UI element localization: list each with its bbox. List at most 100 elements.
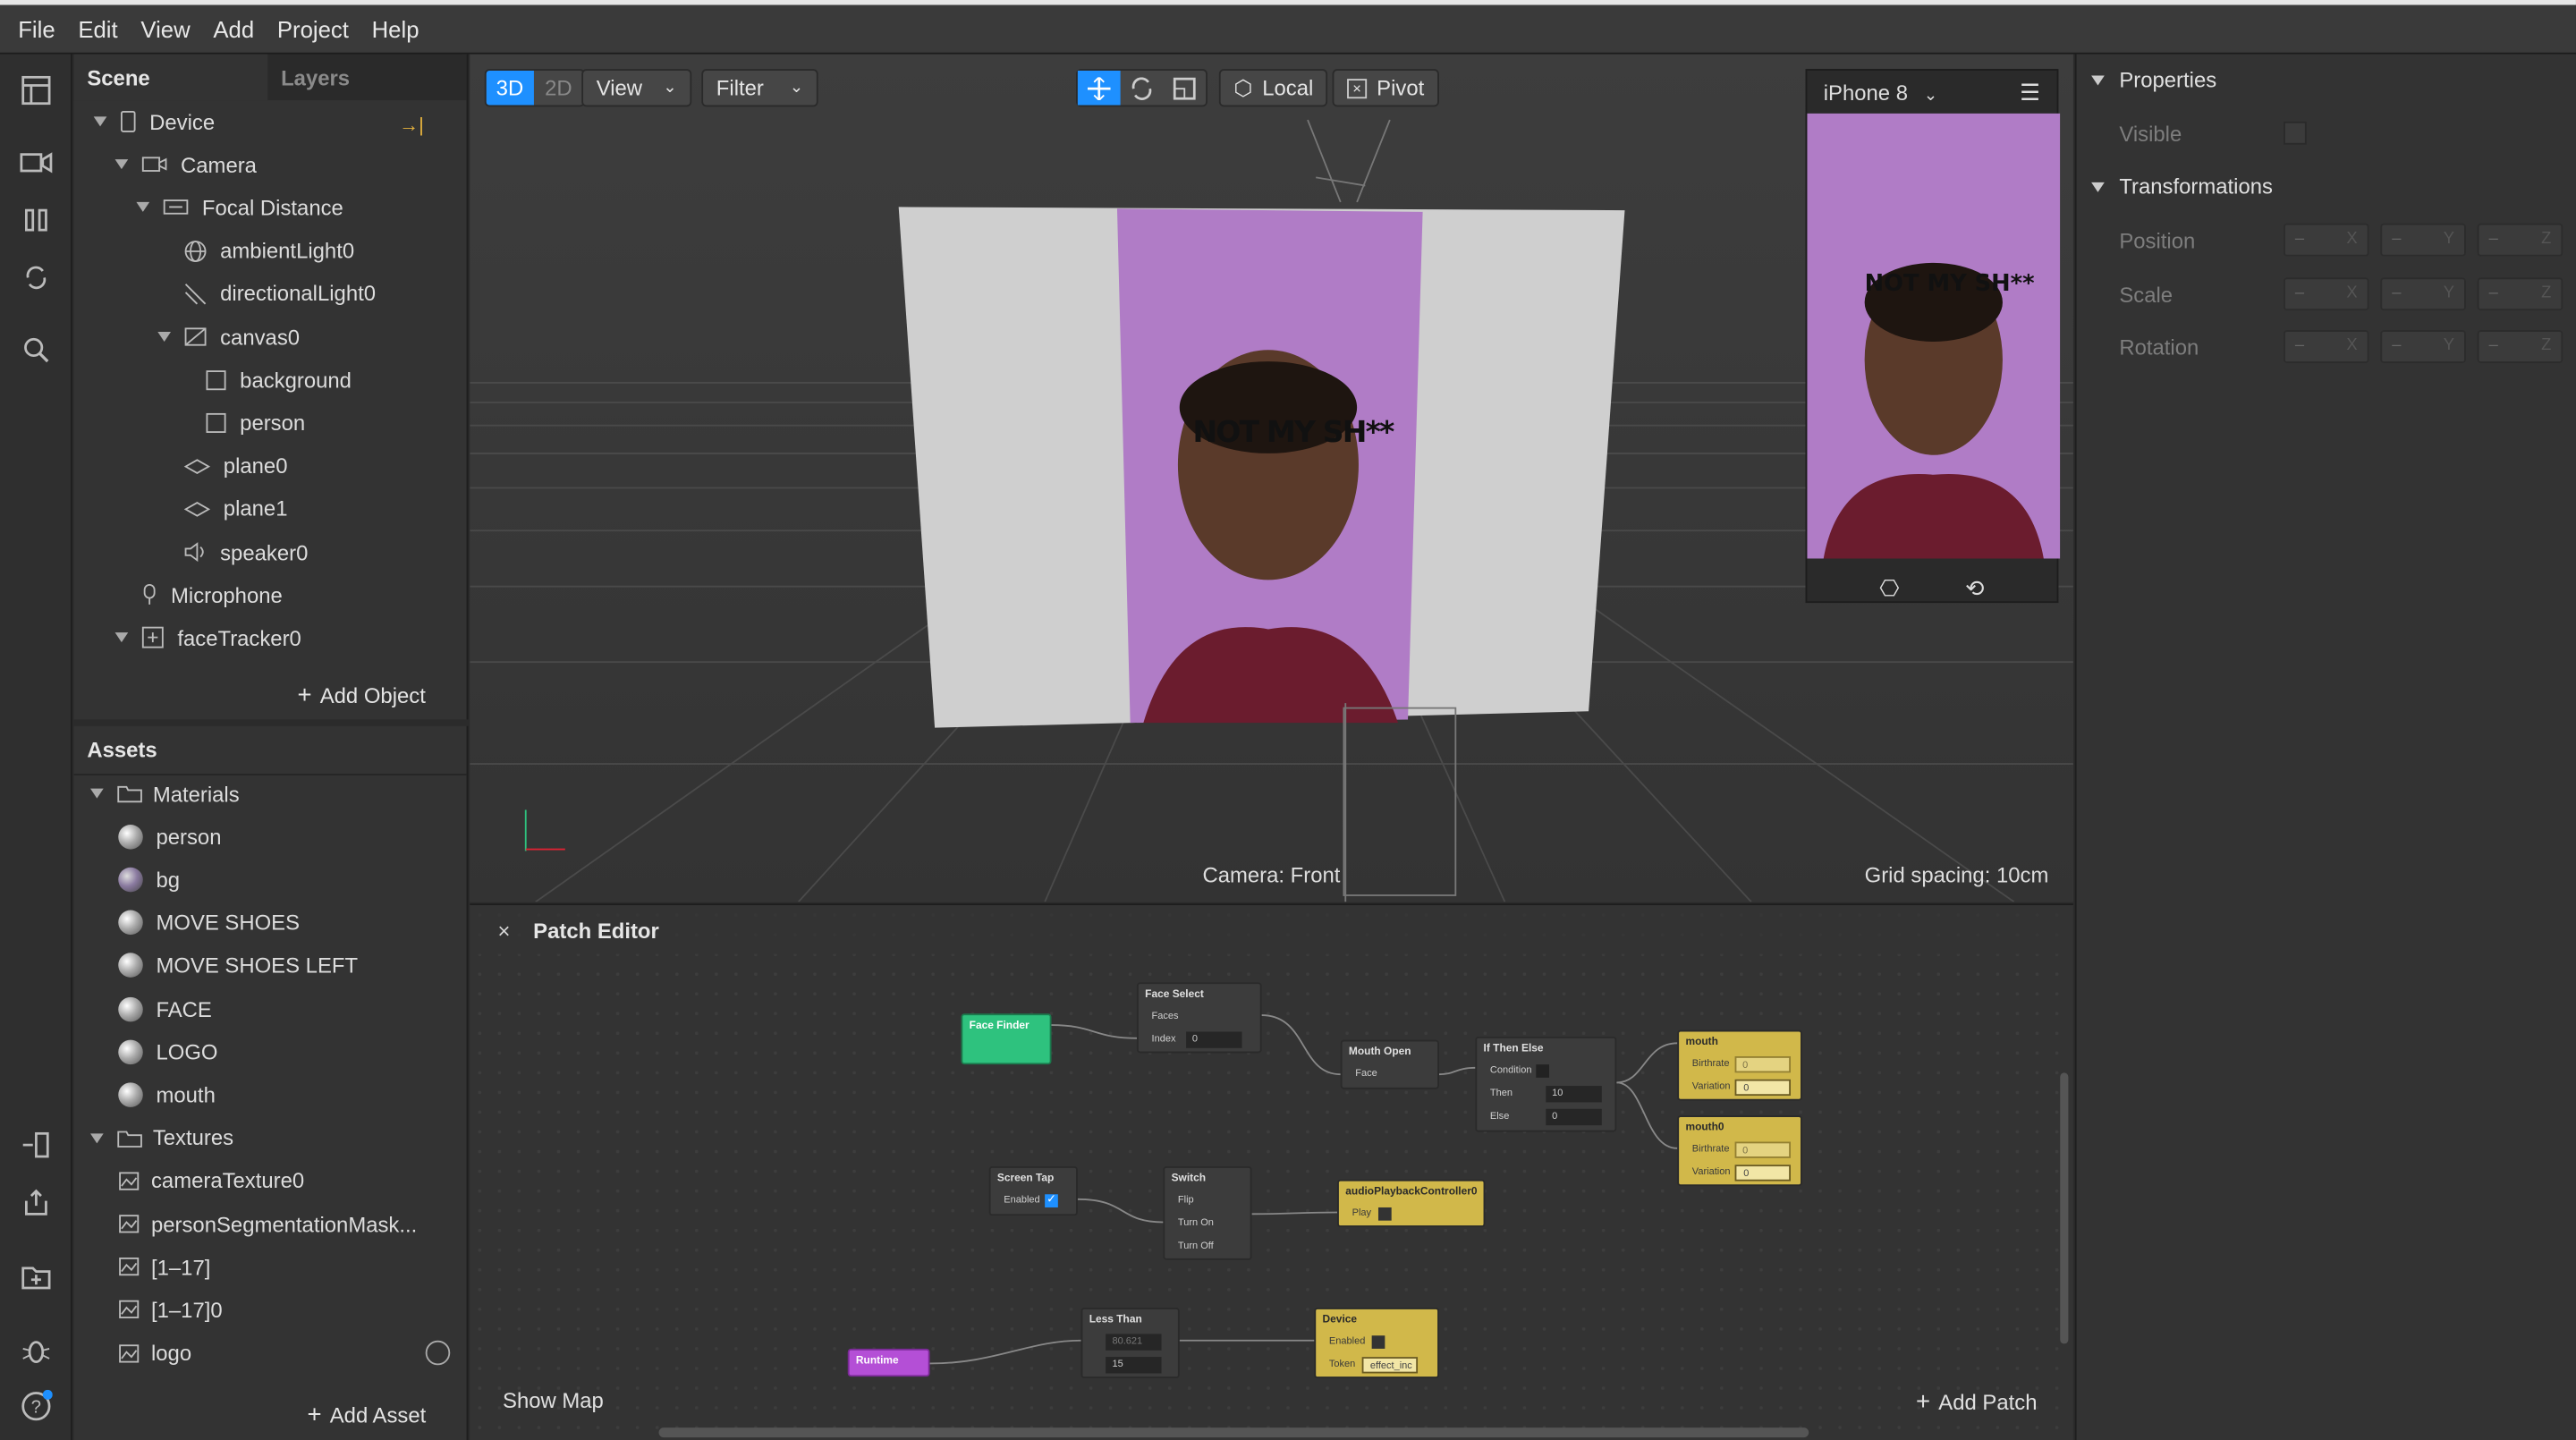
add-asset-button[interactable]: + Add Asset [307, 1402, 426, 1429]
rotation-y-field[interactable]: – Y [2380, 330, 2466, 363]
collapse-icon[interactable] [2091, 75, 2105, 86]
node-mouth-open[interactable]: Mouth Open Face [1340, 1039, 1439, 1089]
scene-item-speaker0[interactable]: speaker0 [157, 530, 308, 573]
less-than-a-value[interactable]: 80.621 [1106, 1334, 1162, 1351]
less-than-b-value[interactable]: 15 [1106, 1357, 1162, 1374]
menu-help[interactable]: Help [372, 15, 419, 41]
status-circle-icon[interactable] [425, 1340, 451, 1366]
scene-item-background[interactable]: background [179, 359, 352, 402]
position-y-field[interactable]: – Y [2380, 223, 2466, 257]
send-to-device-icon[interactable] [18, 1127, 54, 1163]
scene-item-person[interactable]: person [179, 402, 305, 445]
birthrate-value[interactable]: 0 [1733, 1141, 1791, 1158]
bug-icon[interactable] [18, 1333, 54, 1368]
help-icon[interactable]: ? [18, 1388, 54, 1424]
expand-icon[interactable] [114, 632, 129, 643]
variation-value[interactable]: 0 [1735, 1079, 1792, 1097]
asset-item-move-shoes[interactable]: MOVE SHOES [118, 902, 300, 944]
position-z-field[interactable]: – Z [2477, 223, 2563, 257]
asset-item-logo[interactable]: LOGO [118, 1030, 218, 1073]
expand-icon[interactable] [114, 159, 129, 170]
asset-item-mouth[interactable]: mouth [118, 1073, 216, 1116]
then-value[interactable]: 10 [1545, 1086, 1602, 1103]
camera-switch-icon[interactable]: ⎔ [1879, 574, 1899, 602]
collapse-arrow-icon[interactable]: →| [399, 114, 424, 137]
asset-item-materials[interactable]: Materials [90, 772, 240, 815]
expand-icon[interactable] [157, 332, 172, 343]
asset-item--1-17-[interactable]: [1–17] [118, 1246, 210, 1289]
node-mouth0[interactable]: mouth0 Birthrate 0 Variation 0 [1677, 1115, 1802, 1187]
show-map-button[interactable]: Show Map [503, 1388, 604, 1413]
layout-icon[interactable] [18, 72, 54, 108]
expand-icon[interactable] [90, 788, 104, 799]
expand-icon[interactable] [93, 116, 107, 127]
scene-item-directionallight0[interactable]: directionalLight0 [157, 273, 376, 316]
collapse-icon[interactable] [2091, 182, 2105, 192]
library-icon[interactable] [18, 1258, 54, 1294]
scene-item-plane1[interactable]: plane1 [157, 487, 288, 530]
scale-z-field[interactable]: – Z [2477, 276, 2563, 310]
index-value[interactable]: 0 [1185, 1031, 1241, 1048]
rotate-device-icon[interactable]: ⟲ [1965, 574, 1985, 602]
patch-editor[interactable]: × Patch Editor Face Finder Face Select F… [470, 903, 2073, 1440]
asset-item-move-shoes-left[interactable]: MOVE SHOES LEFT [118, 944, 358, 987]
scene-item-ambientlight0[interactable]: ambientLight0 [157, 229, 354, 272]
node-screen-tap[interactable]: Screen Tap Enabled ✓ [988, 1166, 1078, 1216]
else-value[interactable]: 0 [1545, 1108, 1602, 1126]
node-mouth[interactable]: mouth Birthrate 0 Variation 0 [1677, 1029, 1802, 1101]
search-icon[interactable] [18, 332, 54, 368]
menu-project[interactable]: Project [277, 15, 349, 41]
menu-add[interactable]: Add [213, 15, 254, 41]
add-object-button[interactable]: + Add Object [297, 682, 425, 709]
asset-item-textures[interactable]: Textures [90, 1116, 233, 1159]
scene-item-plane0[interactable]: plane0 [157, 445, 288, 487]
enabled-checkbox[interactable] [1371, 1335, 1385, 1349]
scene-item-camera[interactable]: Camera [114, 143, 257, 186]
vertical-scrollbar[interactable] [2060, 1072, 2069, 1344]
rotate-tool-icon[interactable] [1121, 76, 1164, 100]
scene-item-microphone[interactable]: Microphone [115, 573, 283, 616]
menu-file[interactable]: File [18, 15, 55, 41]
mode-2d-button[interactable]: 2D [533, 71, 583, 106]
pause-icon[interactable] [18, 202, 54, 238]
menu-edit[interactable]: Edit [78, 15, 117, 41]
birthrate-value[interactable]: 0 [1733, 1055, 1791, 1073]
play-checkbox[interactable] [1377, 1207, 1392, 1221]
expand-icon[interactable] [90, 1132, 104, 1143]
rotation-x-field[interactable]: – X [2284, 330, 2369, 363]
local-button[interactable]: ⬡ Local [1218, 69, 1328, 107]
pivot-button[interactable]: × Pivot [1332, 69, 1439, 107]
node-audio-playback[interactable]: audioPlaybackController0 Play [1337, 1179, 1486, 1228]
add-patch-button[interactable]: + Add Patch [1916, 1388, 2037, 1416]
node-face-finder[interactable]: Face Finder [961, 1013, 1052, 1065]
device-dropdown[interactable]: iPhone 8 ⌄ [1824, 80, 1937, 105]
scale-tool-icon[interactable] [1163, 76, 1206, 99]
variation-value[interactable]: 0 [1735, 1165, 1792, 1182]
tab-scene[interactable]: Scene [73, 54, 268, 101]
visible-checkbox[interactable] [2284, 121, 2307, 145]
horizontal-scrollbar[interactable] [658, 1427, 1809, 1438]
asset-item-personsegmentationmask-[interactable]: personSegmentationMask... [118, 1202, 417, 1245]
filter-dropdown[interactable]: Filter ⌄ [701, 69, 818, 107]
condition-checkbox[interactable] [1536, 1064, 1550, 1078]
asset-item-person[interactable]: person [118, 815, 221, 858]
node-device[interactable]: Device Enabled Token effect_inc [1314, 1308, 1439, 1378]
token-value[interactable]: effect_inc [1361, 1357, 1419, 1374]
node-if-then-else[interactable]: If Then Else Condition Then 10 Else 0 [1475, 1036, 1617, 1132]
refresh-icon[interactable] [18, 259, 54, 295]
enabled-checkbox[interactable]: ✓ [1045, 1194, 1058, 1207]
export-icon[interactable] [18, 1184, 54, 1220]
asset-item-face[interactable]: FACE [118, 987, 212, 1030]
node-less-than[interactable]: Less Than 80.621 15 [1080, 1308, 1180, 1378]
menu-view[interactable]: View [140, 15, 190, 41]
asset-item-cameratexture0[interactable]: cameraTexture0 [118, 1159, 304, 1202]
node-face-select[interactable]: Face Select Faces Index 0 [1136, 982, 1262, 1054]
move-tool-icon[interactable] [1077, 70, 1121, 106]
scene-item-focal-distance[interactable]: Focal Distance [136, 186, 343, 229]
video-icon[interactable] [18, 145, 54, 181]
scale-y-field[interactable]: – Y [2380, 276, 2466, 310]
position-x-field[interactable]: – X [2284, 223, 2369, 257]
asset-item--1-17-0[interactable]: [1–17]0 [118, 1289, 223, 1332]
node-runtime[interactable]: Runtime [847, 1348, 930, 1377]
view-dropdown[interactable]: View ⌄ [581, 69, 692, 107]
